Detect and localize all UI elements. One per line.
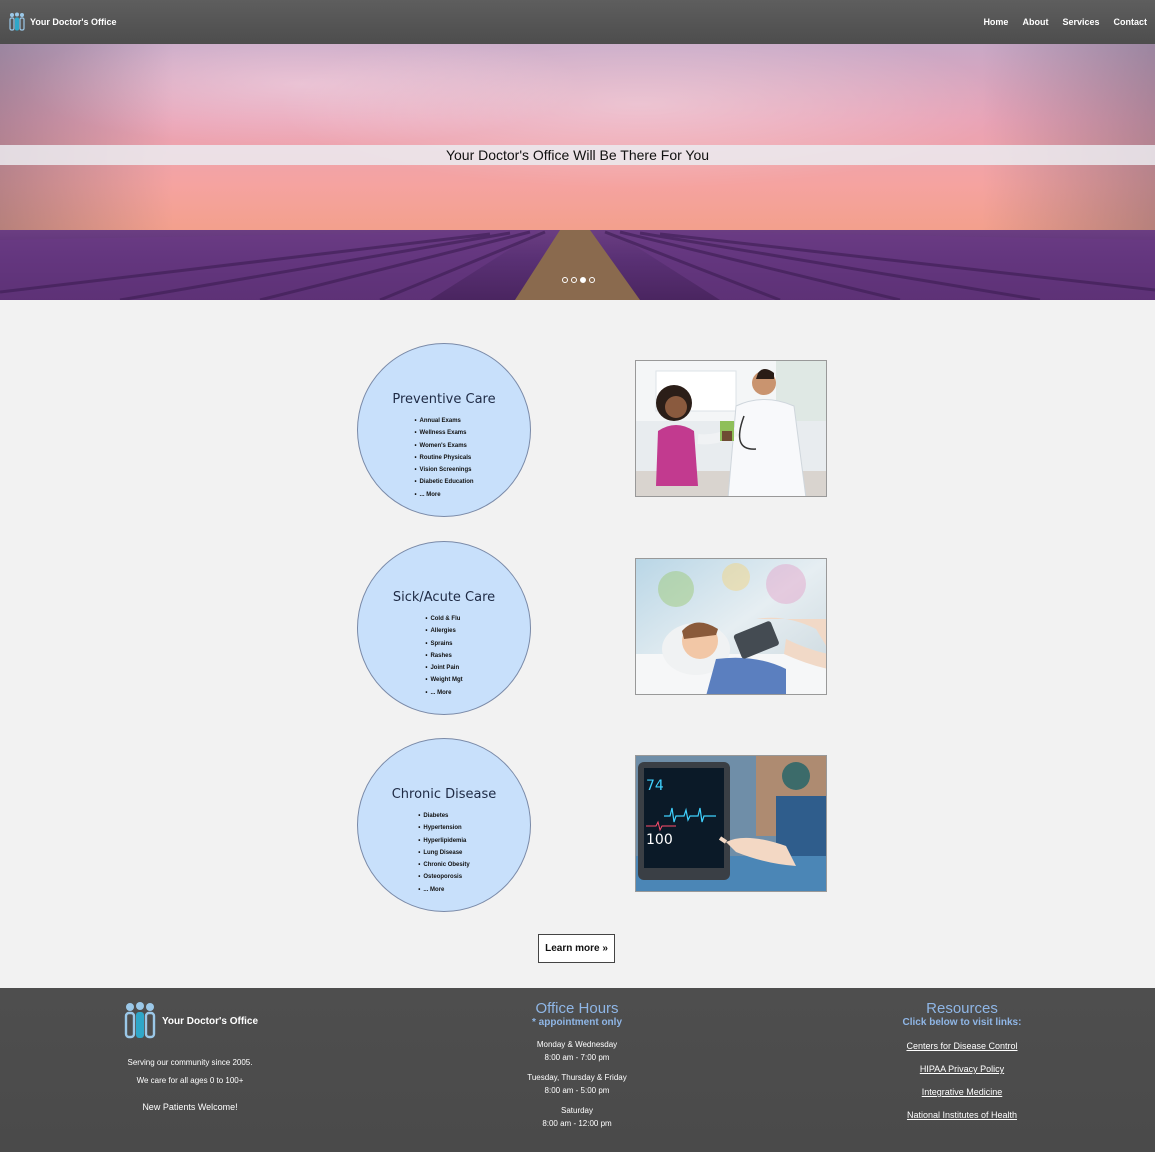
- top-navbar: Your Doctor's Office Home About Services…: [0, 0, 1155, 44]
- hours-time: 8:00 am - 7:00 pm: [544, 1053, 610, 1062]
- nav-contact-link[interactable]: Contact: [1114, 17, 1148, 27]
- list-item: Osteoporosis: [418, 871, 469, 883]
- monitor-top-reading: 74: [646, 778, 664, 794]
- service-sick-acute-care: Sick/Acute Care Cold & Flu Allergies Spr…: [357, 541, 531, 715]
- service-title: Chronic Disease: [391, 787, 497, 802]
- nav-home-link[interactable]: Home: [983, 17, 1008, 27]
- resource-link-hipaa[interactable]: HIPAA Privacy Policy: [862, 1064, 1062, 1074]
- list-item[interactable]: ... More: [425, 687, 462, 699]
- office-hours-note: * appointment only: [532, 1017, 622, 1028]
- service-preventive-care: Preventive Care Annual Exams Wellness Ex…: [357, 343, 531, 517]
- resource-link-integrative[interactable]: Integrative Medicine: [862, 1087, 1062, 1097]
- list-item: Diabetes: [418, 810, 469, 822]
- service-list: Annual Exams Wellness Exams Women's Exam…: [414, 415, 474, 501]
- footer: Your Doctor's Office Serving our communi…: [0, 988, 1155, 1152]
- carousel-dot-2[interactable]: [571, 277, 577, 283]
- service-list: Diabetes Hypertension Hyperlipidemia Lun…: [418, 810, 469, 896]
- list-item: Joint Pain: [425, 662, 462, 674]
- list-item: Annual Exams: [414, 415, 473, 427]
- hero-banner: Your Doctor's Office Will Be There For Y…: [0, 145, 1155, 165]
- resources-note: Click below to visit links:: [902, 1017, 1022, 1028]
- hours-time: 8:00 am - 5:00 pm: [544, 1086, 610, 1095]
- carousel-indicators: [562, 277, 595, 283]
- hero-carousel: Your Doctor's Office Will Be There For Y…: [0, 44, 1155, 300]
- carousel-dot-1[interactable]: [562, 277, 568, 283]
- nav-links: Home About Services Contact: [983, 17, 1147, 27]
- carousel-dot-4[interactable]: [589, 277, 595, 283]
- people-logo-icon: [9, 12, 25, 31]
- office-hours-heading: Office Hours: [535, 1000, 619, 1017]
- resource-link-nih[interactable]: National Institutes of Health: [862, 1110, 1062, 1120]
- monitor-bottom-reading: 100: [646, 832, 673, 848]
- hours-time: 8:00 am - 12:00 pm: [542, 1119, 612, 1128]
- list-item[interactable]: ... More: [418, 884, 469, 896]
- list-item: Rashes: [425, 650, 462, 662]
- footer-office-hours: Office Hours * appointment only Monday &…: [477, 1000, 677, 1130]
- service-title: Preventive Care: [392, 392, 496, 407]
- list-item: Women's Exams: [414, 440, 473, 452]
- lavender-field-image: [0, 230, 1155, 300]
- list-item: Cold & Flu: [425, 613, 462, 625]
- list-item: Wellness Exams: [414, 427, 473, 439]
- footer-tagline: We care for all ages 0 to 100+: [136, 1076, 244, 1085]
- resource-link-cdc[interactable]: Centers for Disease Control: [862, 1041, 1062, 1051]
- nav-about-link[interactable]: About: [1022, 17, 1048, 27]
- list-item: Lung Disease: [418, 847, 469, 859]
- list-item: Hypertension: [418, 822, 469, 834]
- footer-resources: Resources Click below to visit links: Ce…: [862, 1000, 1062, 1120]
- footer-tagline: Serving our community since 2005.: [127, 1058, 253, 1067]
- hours-entry: Monday & Wednesday 8:00 am - 7:00 pm: [477, 1038, 677, 1064]
- hours-entry: Tuesday, Thursday & Friday 8:00 am - 5:0…: [477, 1071, 677, 1097]
- list-item: Diabetic Education: [414, 476, 474, 488]
- resources-heading: Resources: [926, 1000, 998, 1017]
- footer-brand: Your Doctor's Office: [100, 1000, 280, 1042]
- list-item: Allergies: [425, 625, 462, 637]
- list-item: Chronic Obesity: [418, 859, 469, 871]
- brand[interactable]: Your Doctor's Office: [8, 12, 116, 32]
- learn-more-button[interactable]: Learn more »: [538, 934, 615, 963]
- boy-patient-photo: [635, 558, 827, 695]
- carousel-dot-3[interactable]: [580, 277, 586, 283]
- hours-days: Monday & Wednesday: [536, 1040, 618, 1049]
- list-item: Vision Screenings: [414, 464, 473, 476]
- footer-about: Your Doctor's Office Serving our communi…: [100, 1000, 280, 1116]
- brand-name: Your Doctor's Office: [30, 17, 117, 27]
- list-item[interactable]: ... More: [414, 489, 473, 501]
- service-title: Sick/Acute Care: [392, 590, 496, 605]
- patient-monitor-photo: 74 100: [635, 755, 827, 892]
- footer-brand-name: Your Doctor's Office: [161, 1015, 259, 1027]
- list-item: Weight Mgt: [425, 674, 462, 686]
- list-item: Hyperlipidemia: [418, 835, 469, 847]
- nav-services-link[interactable]: Services: [1062, 17, 1099, 27]
- list-item: Sprains: [425, 638, 462, 650]
- hours-days: Tuesday, Thursday & Friday: [527, 1073, 627, 1082]
- doctor-with-child-photo: [635, 360, 827, 497]
- hours-entry: Saturday 8:00 am - 12:00 pm: [477, 1104, 677, 1130]
- list-item: Routine Physicals: [414, 452, 473, 464]
- people-logo-icon: [124, 1002, 156, 1039]
- service-list: Cold & Flu Allergies Sprains Rashes Join…: [425, 613, 462, 699]
- footer-welcome: New Patients Welcome!: [142, 1102, 238, 1112]
- hours-days: Saturday: [560, 1106, 594, 1115]
- service-chronic-disease: Chronic Disease Diabetes Hypertension Hy…: [357, 738, 531, 912]
